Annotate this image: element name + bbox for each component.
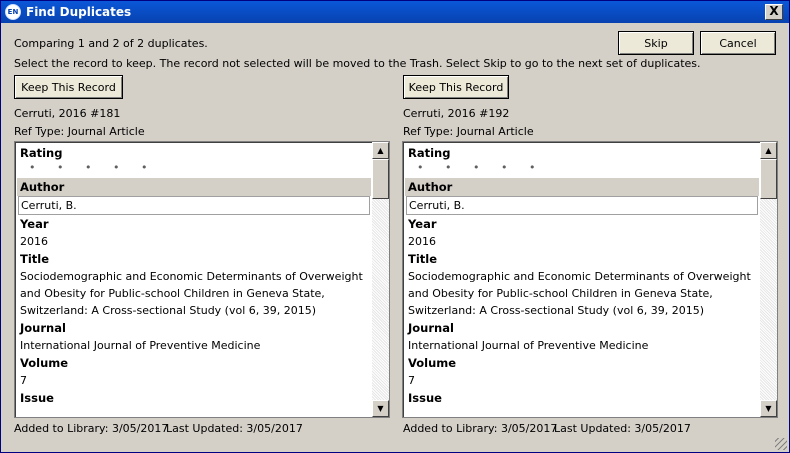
scroll-down-arrow-icon[interactable]: ▼ (372, 400, 389, 417)
author-label: Author (17, 178, 371, 196)
author-value[interactable]: Cerruti, B. (406, 196, 758, 215)
volume-value[interactable]: 7 (405, 372, 759, 389)
left-scrollbar[interactable]: ▲ ▼ (372, 142, 389, 417)
scroll-up-arrow-icon[interactable]: ▲ (760, 142, 777, 159)
left-record-panel[interactable]: Rating • • • • • Author Cerruti, B. Year… (14, 141, 390, 418)
title-label: Title (20, 252, 50, 266)
scroll-thumb[interactable] (760, 159, 777, 199)
keep-right-record-button[interactable]: Keep This Record (403, 75, 509, 99)
year-value[interactable]: 2016 (17, 233, 371, 250)
title-bar[interactable]: EN Find Duplicates X (1, 1, 789, 23)
issue-label: Issue (408, 391, 442, 405)
left-updated-date: Last Updated: 3/05/2017 (166, 422, 303, 435)
right-ref-type: Ref Type: Journal Article (403, 125, 534, 138)
scroll-up-arrow-icon[interactable]: ▲ (372, 142, 389, 159)
journal-label: Journal (408, 321, 454, 335)
rating-stars[interactable]: • • • • • (405, 162, 759, 178)
year-label: Year (408, 217, 437, 231)
title-value-line-2[interactable]: and Obesity for Public-school Children i… (405, 285, 759, 302)
right-record-fields: Rating • • • • • Author Cerruti, B. Year… (405, 144, 759, 415)
title-value-line-3[interactable]: Switzerland: A Cross-sectional Study (vo… (405, 302, 759, 319)
volume-label: Volume (408, 356, 457, 370)
left-ref-type: Ref Type: Journal Article (14, 125, 145, 138)
right-scrollbar[interactable]: ▲ ▼ (760, 142, 777, 417)
left-citation: Cerruti, 2016 #181 (14, 107, 121, 120)
find-duplicates-window: EN Find Duplicates X Comparing 1 and 2 o… (0, 0, 790, 453)
year-label: Year (20, 217, 49, 231)
left-record-fields: Rating • • • • • Author Cerruti, B. Year… (17, 144, 371, 415)
rating-label: Rating (408, 146, 451, 160)
volume-label: Volume (20, 356, 69, 370)
close-icon[interactable]: X (765, 4, 783, 20)
right-added-date: Added to Library: 3/05/2017 (403, 422, 558, 435)
journal-label: Journal (20, 321, 66, 335)
comparing-status: Comparing 1 and 2 of 2 duplicates. (14, 37, 208, 50)
title-value-line-2[interactable]: and Obesity for Public-school Children i… (17, 285, 371, 302)
cancel-button[interactable]: Cancel (700, 31, 776, 55)
keep-left-record-button[interactable]: Keep This Record (14, 75, 123, 99)
rating-stars[interactable]: • • • • • (17, 162, 371, 178)
scroll-down-arrow-icon[interactable]: ▼ (760, 400, 777, 417)
journal-value[interactable]: International Journal of Preventive Medi… (405, 337, 759, 354)
author-label: Author (405, 178, 759, 196)
right-citation: Cerruti, 2016 #192 (403, 107, 510, 120)
resize-grip-icon[interactable] (775, 438, 787, 450)
author-value[interactable]: Cerruti, B. (18, 196, 370, 215)
right-record-panel[interactable]: Rating • • • • • Author Cerruti, B. Year… (402, 141, 778, 418)
issue-label: Issue (20, 391, 54, 405)
volume-value[interactable]: 7 (17, 372, 371, 389)
year-value[interactable]: 2016 (405, 233, 759, 250)
title-label: Title (408, 252, 438, 266)
journal-value[interactable]: International Journal of Preventive Medi… (17, 337, 371, 354)
right-updated-date: Last Updated: 3/05/2017 (554, 422, 691, 435)
scroll-thumb[interactable] (372, 159, 389, 199)
instruction-text: Select the record to keep. The record no… (14, 57, 701, 70)
title-value-line-3[interactable]: Switzerland: A Cross-sectional Study (vo… (17, 302, 371, 319)
window-title: Find Duplicates (26, 5, 132, 19)
title-value-line-1[interactable]: Sociodemographic and Economic Determinan… (17, 268, 371, 285)
left-added-date: Added to Library: 3/05/2017 (14, 422, 169, 435)
title-value-line-1[interactable]: Sociodemographic and Economic Determinan… (405, 268, 759, 285)
skip-button[interactable]: Skip (618, 31, 694, 55)
endnote-app-icon: EN (5, 4, 21, 20)
rating-label: Rating (20, 146, 63, 160)
